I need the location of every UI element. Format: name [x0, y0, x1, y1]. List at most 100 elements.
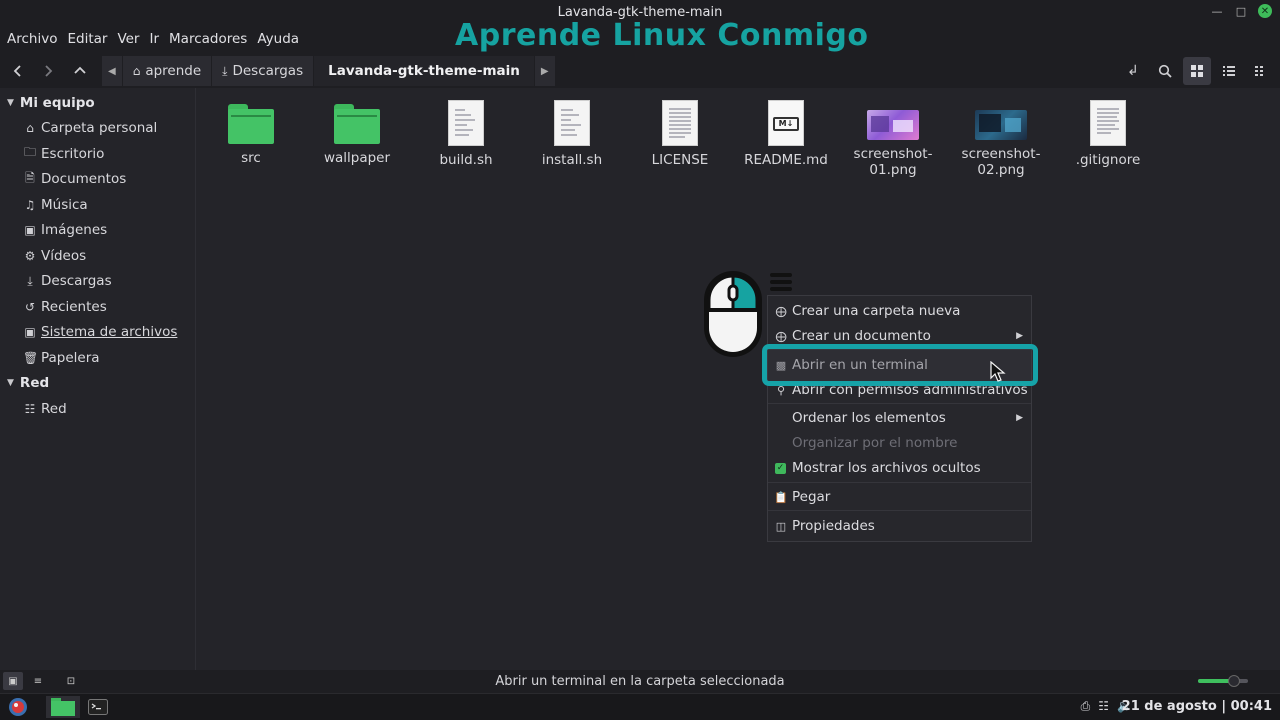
file-item-src[interactable]: src [201, 88, 301, 166]
menu-item-label: Propiedades [792, 518, 875, 534]
file-name: screenshot- 01.png [853, 146, 933, 178]
zoom-slider[interactable] [1198, 675, 1248, 687]
compact-view-button[interactable] [1247, 57, 1275, 85]
menu-item-mostrar-ocultos[interactable]: ✓ Mostrar los archivos ocultos [768, 456, 1031, 480]
sidebar-item-descargas[interactable]: ⤓ Descargas [0, 269, 195, 295]
menu-ir[interactable]: Ir [149, 26, 168, 53]
sidebar-item-papelera[interactable]: 🗑 Papelera [0, 345, 195, 371]
image-icon: ▣ [24, 223, 36, 238]
zoom-handle[interactable] [1228, 675, 1240, 687]
checkbox-checked-icon[interactable]: ✓ [775, 462, 786, 474]
sidebar-item-imagenes[interactable]: ▣ Imágenes [0, 218, 195, 244]
breadcrumb-label: Lavanda-gtk-theme-main [328, 63, 520, 79]
menu-separator [768, 510, 1031, 511]
sidebar-item-documentos[interactable]: 🗎 Documentos [0, 167, 195, 193]
file-item-license[interactable]: LICENSE [630, 88, 730, 168]
menu-item-ordenar[interactable]: Ordenar los elementos ▶ [768, 406, 1031, 430]
sidebar-item-sistema-de-archivos[interactable]: ▣ Sistema de archivos [0, 320, 195, 346]
file-item-screenshot-02[interactable]: screenshot- 02.png [951, 88, 1051, 178]
sidebar-item-carpeta-personal[interactable]: ⌂ Carpeta personal [0, 116, 195, 142]
menu-editar[interactable]: Editar [67, 26, 116, 53]
compact-list-icon [1255, 66, 1263, 76]
watermark-overlay: Aprende Linux Conmigo [455, 18, 869, 53]
home-icon: ⌂ [132, 64, 141, 78]
list-view-button[interactable] [1215, 57, 1243, 85]
file-name: LICENSE [651, 152, 709, 168]
file-item-gitignore[interactable]: .gitignore [1058, 88, 1158, 168]
app-menu-button[interactable] [4, 696, 32, 718]
file-name: src [241, 150, 261, 166]
sidebar-item-red[interactable]: ☷ Red [0, 396, 195, 422]
maximize-icon[interactable]: □ [1234, 4, 1248, 18]
sidebar-section-label: Mi equipo [19, 94, 95, 111]
toggle-location-button[interactable]: ↲ [1119, 57, 1147, 85]
breadcrumb-left-arrow[interactable]: ◀ [102, 56, 122, 86]
menu-item-crear-carpeta[interactable]: ⨁ Crear una carpeta nueva [768, 299, 1031, 323]
sidebar-section-mi-equipo[interactable]: ▼ Mi equipo [0, 90, 195, 116]
menu-item-propiedades[interactable]: ◫ Propiedades [768, 514, 1031, 538]
file-item-wallpaper[interactable]: wallpaper [307, 88, 407, 166]
close-icon[interactable]: ✕ [1258, 4, 1272, 18]
taskbar-terminal-button[interactable] [84, 696, 112, 718]
chevron-up-icon [74, 66, 86, 74]
file-item-build-sh[interactable]: build.sh [416, 88, 516, 168]
back-button[interactable] [7, 60, 29, 82]
status-text: Abrir un terminal en la carpeta seleccio… [495, 674, 785, 689]
menu-ayuda[interactable]: Ayuda [257, 26, 308, 53]
file-item-readme-md[interactable]: M↓ README.md [736, 88, 836, 168]
sidebar-item-musica[interactable]: ♫ Música [0, 192, 195, 218]
breadcrumb-descargas[interactable]: ⤓ Descargas [212, 56, 314, 86]
new-folder-icon: ⨁ [775, 304, 787, 318]
mouse-pointer-icon [990, 361, 1006, 382]
submenu-arrow-icon: ▶ [1016, 413, 1023, 423]
context-menu: ⨁ Crear una carpeta nueva ⨁ Crear un doc… [767, 295, 1032, 542]
menu-separator [768, 482, 1031, 483]
sidebar-section-red[interactable]: ▼ Red [0, 371, 195, 397]
file-item-screenshot-01[interactable]: screenshot- 01.png [843, 88, 943, 178]
menu-item-label: Mostrar los archivos ocultos [792, 460, 981, 476]
menu-item-organizar-nombre: Organizar por el nombre [768, 431, 1031, 455]
properties-icon: ◫ [775, 519, 787, 533]
sidebar-item-label: Documentos [41, 171, 127, 188]
file-view[interactable]: src wallpaper build.sh install.sh LICENS… [197, 88, 1280, 670]
terminal-icon [88, 699, 108, 715]
sidebar-item-videos[interactable]: ⚙ Vídeos [0, 243, 195, 269]
breadcrumb-home[interactable]: ⌂ aprende [122, 56, 212, 86]
script-file-icon [448, 100, 484, 146]
search-button[interactable] [1151, 57, 1179, 85]
menu-marcadores[interactable]: Marcadores [169, 26, 256, 53]
text-file-icon [662, 100, 698, 146]
file-name: README.md [744, 152, 828, 168]
minimize-icon[interactable]: — [1210, 4, 1224, 18]
network-icon[interactable]: ☷ [1098, 699, 1109, 714]
folder-icon [228, 104, 274, 144]
clock[interactable]: 21 de agosto | 00:41 [1122, 699, 1272, 714]
music-icon: ♫ [24, 197, 36, 212]
expand-triangle-icon: ▼ [7, 97, 14, 108]
sidebar-item-escritorio[interactable]: 🗀 Escritorio [0, 141, 195, 167]
breadcrumb-label: Descargas [232, 63, 304, 79]
file-item-install-sh[interactable]: install.sh [522, 88, 622, 168]
search-icon [1158, 64, 1172, 78]
breadcrumb-current[interactable]: Lavanda-gtk-theme-main [314, 56, 534, 86]
breadcrumb-right-arrow[interactable]: ▶ [534, 56, 555, 86]
clipboard-icon: 📋 [774, 490, 788, 504]
icon-view-button[interactable] [1183, 57, 1211, 85]
breadcrumb: ◀ ⌂ aprende ⤓ Descargas Lavanda-gtk-them… [102, 56, 556, 86]
menu-item-pegar[interactable]: 📋 Pegar [768, 485, 1031, 509]
expand-triangle-icon: ▼ [7, 378, 14, 389]
script-file-icon [554, 100, 590, 146]
file-name: install.sh [541, 152, 603, 168]
sidebar-item-label: Red [41, 400, 67, 417]
up-button[interactable] [69, 60, 91, 82]
sidebar-item-recientes[interactable]: ↺ Recientes [0, 294, 195, 320]
window-controls: — □ ✕ [1210, 4, 1272, 18]
printer-icon[interactable]: ⎙ [1081, 699, 1091, 714]
menu-ver[interactable]: Ver [117, 26, 148, 53]
status-bar: ▣ ≡ ⊡ Abrir un terminal en la carpeta se… [0, 670, 1280, 693]
menu-item-label: Pegar [792, 489, 831, 505]
forward-button[interactable] [37, 60, 59, 82]
taskbar-files-button[interactable] [46, 696, 80, 718]
menu-archivo[interactable]: Archivo [7, 26, 66, 53]
menu-item-label: Crear un documento [792, 328, 931, 344]
